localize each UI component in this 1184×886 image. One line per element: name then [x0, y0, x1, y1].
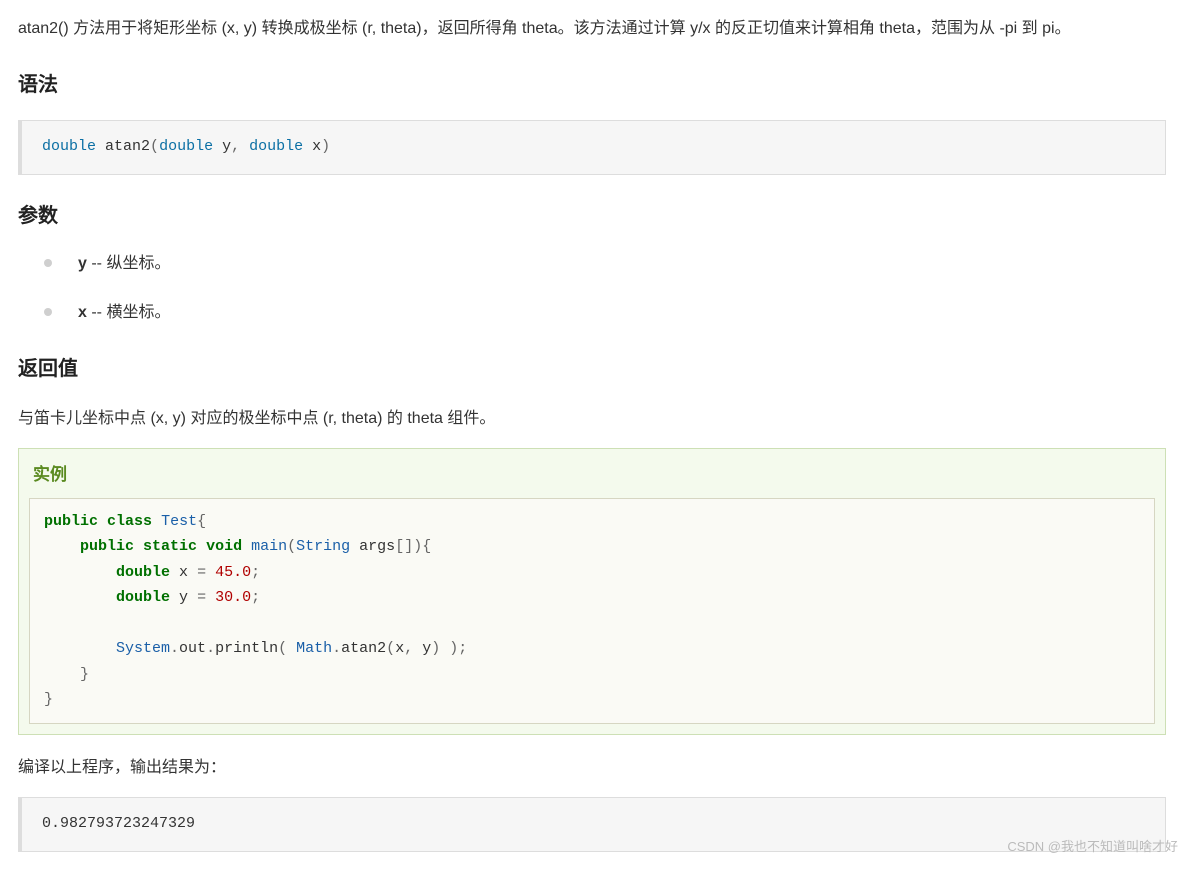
paren-open: (	[386, 640, 395, 657]
param-desc: 纵坐标。	[106, 255, 170, 272]
dot: .	[206, 640, 215, 657]
method-main: main	[251, 538, 287, 555]
brace-open: {	[422, 538, 431, 555]
var-args: args	[359, 538, 395, 555]
returns-paragraph: 与笛卡儿坐标中点 (x, y) 对应的极坐标中点 (r, theta) 的 th…	[18, 404, 1166, 434]
semicolon: ;	[251, 564, 260, 581]
intro-paragraph: atan2() 方法用于将矩形坐标 (x, y) 转换成极坐标 (r, thet…	[18, 14, 1166, 44]
ret-type: double	[42, 138, 96, 155]
equals: =	[197, 589, 206, 606]
paren-close: )	[431, 640, 440, 657]
param-name: y	[78, 255, 87, 272]
Math: Math	[296, 640, 332, 657]
example-box: 实例 public class Test{ public static void…	[18, 448, 1166, 734]
param-sep: --	[87, 255, 107, 272]
brackets: []	[395, 538, 413, 555]
syntax-code-block: double atan2(double y, double x)	[18, 120, 1166, 175]
dot: .	[170, 640, 179, 657]
var-x: x	[179, 564, 188, 581]
paren-open: (	[150, 138, 159, 155]
brace-close: }	[80, 666, 89, 683]
p1-type: double	[159, 138, 213, 155]
semicolon: ;	[458, 640, 467, 657]
comma: ,	[231, 138, 249, 155]
p1-name: y	[222, 138, 231, 155]
var-y: y	[179, 589, 188, 606]
list-item: y -- 纵坐标。	[18, 251, 1166, 277]
paren-close: )	[449, 640, 458, 657]
func-name: atan2	[105, 138, 150, 155]
kw-class: class	[107, 513, 152, 530]
kw-public: public	[80, 538, 134, 555]
param-sep: --	[87, 304, 107, 321]
p2-type: double	[249, 138, 303, 155]
p2-name: x	[312, 138, 321, 155]
param-desc: 横坐标。	[106, 304, 170, 321]
output-block: 0.982793723247329	[18, 797, 1166, 852]
params-list: y -- 纵坐标。 x -- 横坐标。	[18, 251, 1166, 326]
heading-returns: 返回值	[18, 350, 1166, 388]
type-string: String	[296, 538, 350, 555]
brace-close: }	[44, 691, 53, 708]
semicolon: ;	[251, 589, 260, 606]
paren-close: )	[321, 138, 330, 155]
example-title: 实例	[19, 449, 1165, 497]
class-name: Test	[161, 513, 197, 530]
System: System	[116, 640, 170, 657]
kw-void: void	[206, 538, 242, 555]
num-30: 30.0	[215, 589, 251, 606]
output-value: 0.982793723247329	[42, 815, 195, 832]
paren-open: (	[278, 640, 287, 657]
dot: .	[332, 640, 341, 657]
list-item: x -- 横坐标。	[18, 300, 1166, 326]
param-name: x	[78, 304, 87, 321]
num-45: 45.0	[215, 564, 251, 581]
paren-open: (	[287, 538, 296, 555]
paren-close: )	[413, 538, 422, 555]
kw-static: static	[143, 538, 197, 555]
atan2-call: atan2	[341, 640, 386, 657]
arg-x: x	[395, 640, 404, 657]
heading-params: 参数	[18, 197, 1166, 235]
arg-y: y	[422, 640, 431, 657]
comma: ,	[404, 640, 413, 657]
kw-public: public	[44, 513, 98, 530]
kw-double: double	[116, 564, 170, 581]
heading-syntax: 语法	[18, 66, 1166, 104]
equals: =	[197, 564, 206, 581]
kw-double: double	[116, 589, 170, 606]
compile-paragraph: 编译以上程序，输出结果为：	[18, 753, 1166, 783]
println: println	[215, 640, 278, 657]
example-code: public class Test{ public static void ma…	[29, 498, 1155, 724]
brace-open: {	[197, 513, 206, 530]
out: out	[179, 640, 206, 657]
